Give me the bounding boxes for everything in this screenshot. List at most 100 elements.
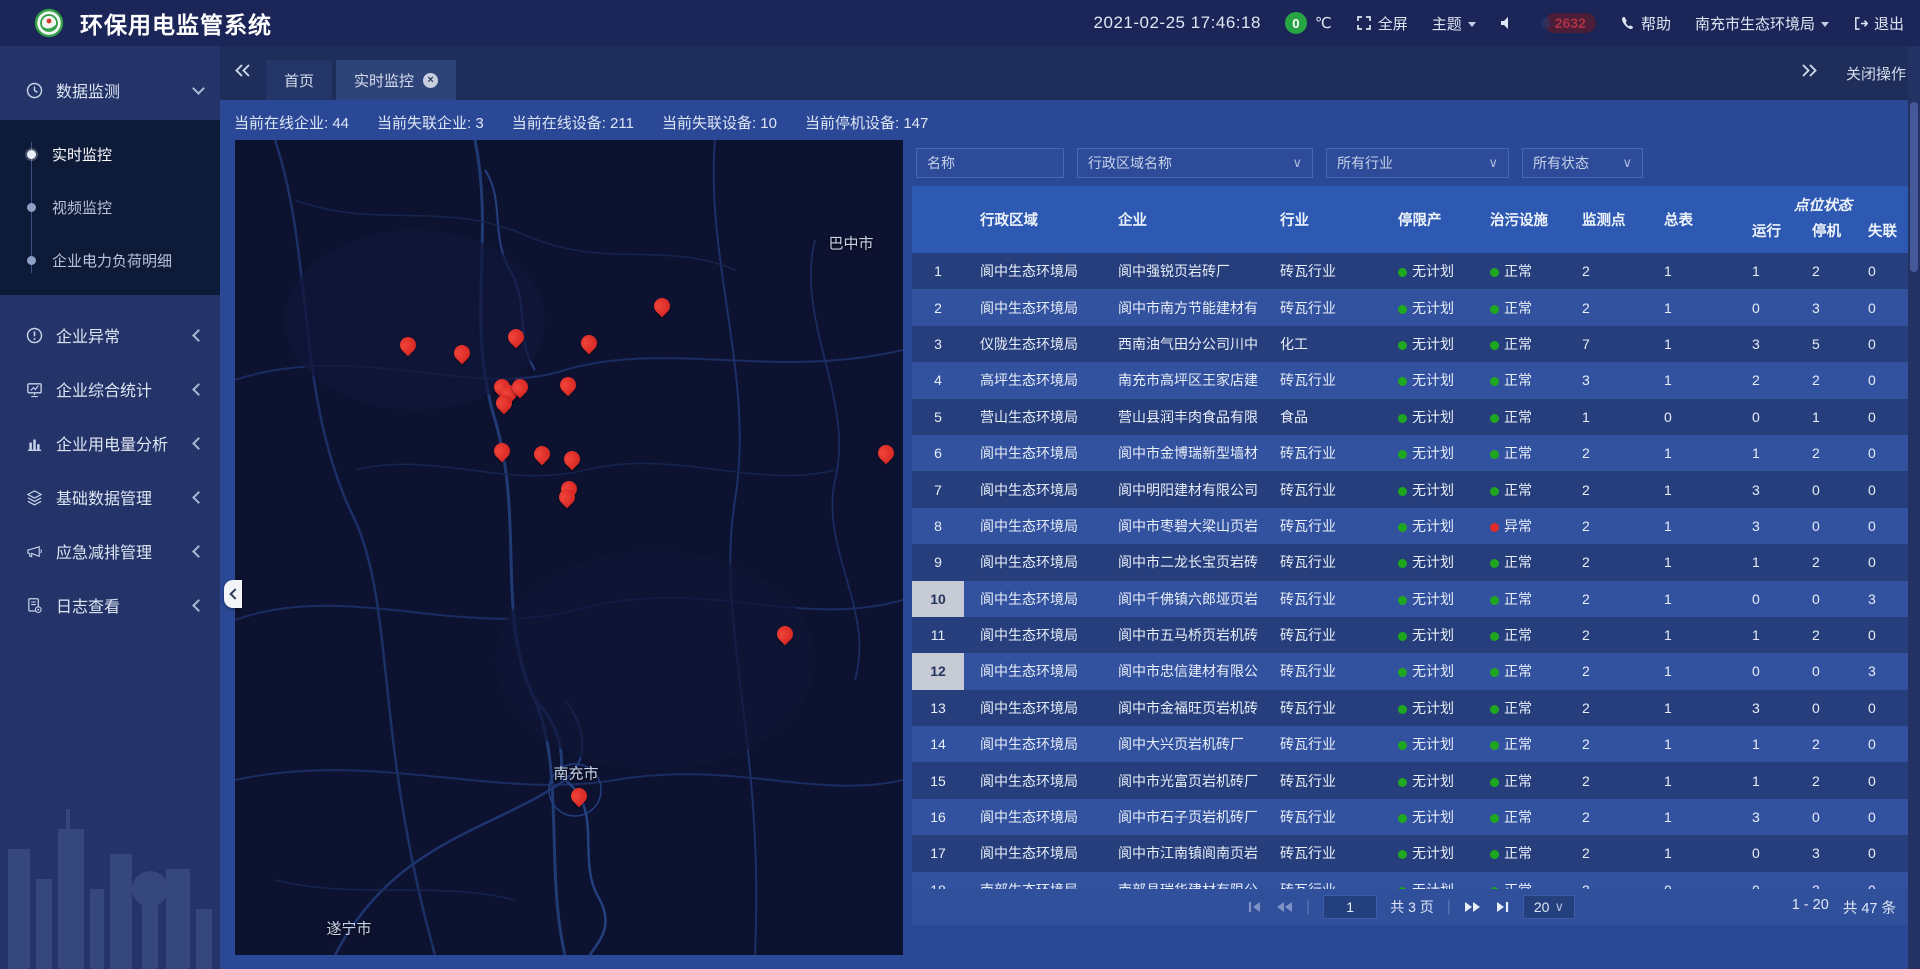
table-row[interactable]: 11阆中生态环境局阆中市五马桥页岩机砖砖瓦行业无计划正常21120 bbox=[912, 617, 1910, 653]
table-row[interactable]: 9阆中生态环境局阆中市二龙长宝页岩砖砖瓦行业无计划正常21120 bbox=[912, 544, 1910, 580]
theme-menu[interactable]: 主题 bbox=[1432, 13, 1476, 34]
status-dot-green bbox=[1490, 596, 1499, 605]
table-row[interactable]: 8阆中生态环境局阆中市枣碧大梁山页岩砖瓦行业无计划异常21300 bbox=[912, 508, 1910, 544]
table-row[interactable]: 17阆中生态环境局阆中市江南镇阆南页岩砖瓦行业无计划正常21030 bbox=[912, 835, 1910, 871]
cell-industry: 砖瓦行业 bbox=[1264, 443, 1382, 463]
table-row[interactable]: 1阆中生态环境局阆中强锐页岩砖厂砖瓦行业无计划正常21120 bbox=[912, 253, 1910, 289]
log-icon bbox=[26, 597, 46, 614]
cell-lost: 0 bbox=[1852, 809, 1910, 825]
map-pin[interactable] bbox=[875, 442, 898, 465]
chevron-down-icon: ∨ bbox=[1622, 155, 1632, 171]
tabs-scroll-right-button[interactable] bbox=[1801, 64, 1818, 82]
stats-icon bbox=[26, 381, 46, 398]
table-row[interactable]: 3仪陇生态环境局西南油气田分公司川中化工无计划正常71350 bbox=[912, 326, 1910, 362]
scrollbar-thumb[interactable] bbox=[1910, 102, 1918, 272]
cell-company: 阆中市忠信建材有限公 bbox=[1102, 661, 1264, 681]
map-pin[interactable] bbox=[397, 334, 420, 357]
table-row[interactable]: 7阆中生态环境局阆中明阳建材有限公司砖瓦行业无计划正常21300 bbox=[912, 471, 1910, 507]
cell-company: 阆中市光富页岩机砖厂 bbox=[1102, 771, 1264, 791]
name-search-input[interactable] bbox=[927, 155, 1053, 171]
row-number: 10 bbox=[912, 581, 964, 617]
last-page-button[interactable] bbox=[1495, 901, 1510, 913]
help-button[interactable]: 帮助 bbox=[1620, 13, 1671, 34]
map-pin[interactable] bbox=[561, 448, 584, 471]
vertical-scrollbar[interactable] bbox=[1908, 46, 1920, 969]
table-row[interactable]: 12阆中生态环境局阆中市忠信建材有限公砖瓦行业无计划正常21003 bbox=[912, 653, 1910, 689]
sidebar-subitem[interactable]: 视频监控 bbox=[0, 181, 220, 234]
table-panel: 行政区域名称 ∨ 所有行业 ∨ 所有状态 ∨ 行政区域 企业 行业 停限产 治污… bbox=[912, 140, 1910, 925]
cell-limit: 无计划 bbox=[1382, 516, 1474, 536]
sidebar-item-0[interactable]: 数据监测 bbox=[0, 68, 220, 112]
map-panel[interactable]: 巴中市南充市遂宁市 bbox=[235, 140, 903, 955]
table-row[interactable]: 13阆中生态环境局阆中市金福旺页岩机砖砖瓦行业无计划正常21300 bbox=[912, 690, 1910, 726]
mute-button[interactable] bbox=[1500, 16, 1515, 30]
sidebar-item-2[interactable]: 企业综合统计 bbox=[0, 367, 220, 411]
tabs-scroll-left-button[interactable] bbox=[234, 64, 251, 82]
page-size-select[interactable]: 20 ∨ bbox=[1523, 895, 1575, 919]
sidebar-subitem[interactable]: 企业电力负荷明细 bbox=[0, 234, 220, 287]
sidebar-item-3[interactable]: 企业用电量分析 bbox=[0, 421, 220, 465]
sidebar-item-4[interactable]: 基础数据管理 bbox=[0, 475, 220, 519]
sidebar-item-label: 企业用电量分析 bbox=[56, 431, 192, 455]
first-page-button[interactable] bbox=[1247, 901, 1262, 913]
map-pin[interactable] bbox=[505, 326, 528, 349]
chevron-down-icon: ∨ bbox=[1554, 899, 1564, 915]
map-pin[interactable] bbox=[568, 785, 591, 808]
cell-meters: 0 bbox=[1648, 882, 1736, 889]
sidebar-item-5[interactable]: 应急减排管理 bbox=[0, 529, 220, 573]
close-operations-button[interactable]: 关闭操作 bbox=[1846, 63, 1906, 84]
sidebar-item-label: 企业综合统计 bbox=[56, 377, 192, 401]
temperature-unit: ℃ bbox=[1315, 14, 1332, 32]
map-collapse-button[interactable] bbox=[224, 580, 242, 608]
sidebar-subitem[interactable]: 实时监控 bbox=[0, 128, 220, 181]
cell-running: 3 bbox=[1736, 336, 1796, 352]
cell-facility: 正常 bbox=[1474, 261, 1566, 281]
map-pin[interactable] bbox=[651, 295, 674, 318]
tab-home[interactable]: 首页 bbox=[266, 60, 332, 100]
status-item: 当前失联设备: 10 bbox=[662, 112, 777, 133]
map-pin[interactable] bbox=[774, 623, 797, 646]
page-number-input[interactable] bbox=[1323, 895, 1377, 919]
org-menu[interactable]: 南充市生态环境局 bbox=[1695, 13, 1829, 34]
cell-running: 1 bbox=[1736, 773, 1796, 789]
cell-limit: 无计划 bbox=[1382, 334, 1474, 354]
chart-icon bbox=[26, 435, 46, 452]
map-pin[interactable] bbox=[451, 342, 474, 365]
map-pin[interactable] bbox=[578, 332, 601, 355]
status-dot-green bbox=[1398, 632, 1407, 641]
map-city-label: 遂宁市 bbox=[326, 918, 371, 939]
status-select[interactable]: 所有状态 ∨ bbox=[1522, 148, 1643, 178]
tab-realtime-monitor[interactable]: 实时监控 × bbox=[336, 60, 456, 100]
cell-region: 阆中生态环境局 bbox=[964, 589, 1102, 609]
table-row[interactable]: 2阆中生态环境局阆中市南方节能建材有砖瓦行业无计划正常21030 bbox=[912, 289, 1910, 325]
sidebar-item-6[interactable]: 日志查看 bbox=[0, 583, 220, 627]
table-row[interactable]: 14阆中生态环境局阆中大兴页岩机砖厂砖瓦行业无计划正常21120 bbox=[912, 726, 1910, 762]
table-row[interactable]: 10阆中生态环境局阆中千佛镇六郎垭页岩砖瓦行业无计划正常21003 bbox=[912, 581, 1910, 617]
status-dot-green bbox=[1398, 814, 1407, 823]
map-pin[interactable] bbox=[557, 374, 580, 397]
table-row[interactable]: 4高坪生态环境局南充市高坪区王家店建砖瓦行业无计划正常31220 bbox=[912, 362, 1910, 398]
table-row[interactable]: 16阆中生态环境局阆中市石子页岩机砖厂砖瓦行业无计划正常21300 bbox=[912, 799, 1910, 835]
next-page-button[interactable] bbox=[1464, 901, 1482, 913]
cell-monitors: 2 bbox=[1566, 554, 1648, 570]
cell-running: 0 bbox=[1736, 300, 1796, 316]
table-row[interactable]: 18南部生态环境局南部县瑞华建材有限公砖瓦行业无计划正常20020 bbox=[912, 872, 1910, 889]
region-select[interactable]: 行政区域名称 ∨ bbox=[1077, 148, 1313, 178]
fullscreen-button[interactable]: 全屏 bbox=[1356, 13, 1408, 34]
filter-row: 行政区域名称 ∨ 所有行业 ∨ 所有状态 ∨ bbox=[916, 148, 1910, 178]
prev-page-button[interactable] bbox=[1275, 901, 1293, 913]
cell-region: 阆中生态环境局 bbox=[964, 443, 1102, 463]
sidebar-item-1[interactable]: 企业异常 bbox=[0, 313, 220, 357]
notifications[interactable]: 2632 bbox=[1539, 13, 1596, 33]
table-row[interactable]: 5营山生态环境局营山县润丰肉食品有限食品无计划正常10010 bbox=[912, 399, 1910, 435]
map-pin[interactable] bbox=[531, 443, 554, 466]
tab-close-icon[interactable]: × bbox=[423, 73, 438, 88]
status-dot-green bbox=[1398, 705, 1407, 714]
industry-select[interactable]: 所有行业 ∨ bbox=[1326, 148, 1509, 178]
logout-icon bbox=[1853, 16, 1868, 31]
table-row[interactable]: 6阆中生态环境局阆中市金博瑞新型墙材砖瓦行业无计划正常21120 bbox=[912, 435, 1910, 471]
cell-meters: 1 bbox=[1648, 736, 1736, 752]
table-row[interactable]: 15阆中生态环境局阆中市光富页岩机砖厂砖瓦行业无计划正常21120 bbox=[912, 762, 1910, 798]
logout-button[interactable]: 退出 bbox=[1853, 13, 1904, 34]
map-pin[interactable] bbox=[491, 440, 514, 463]
